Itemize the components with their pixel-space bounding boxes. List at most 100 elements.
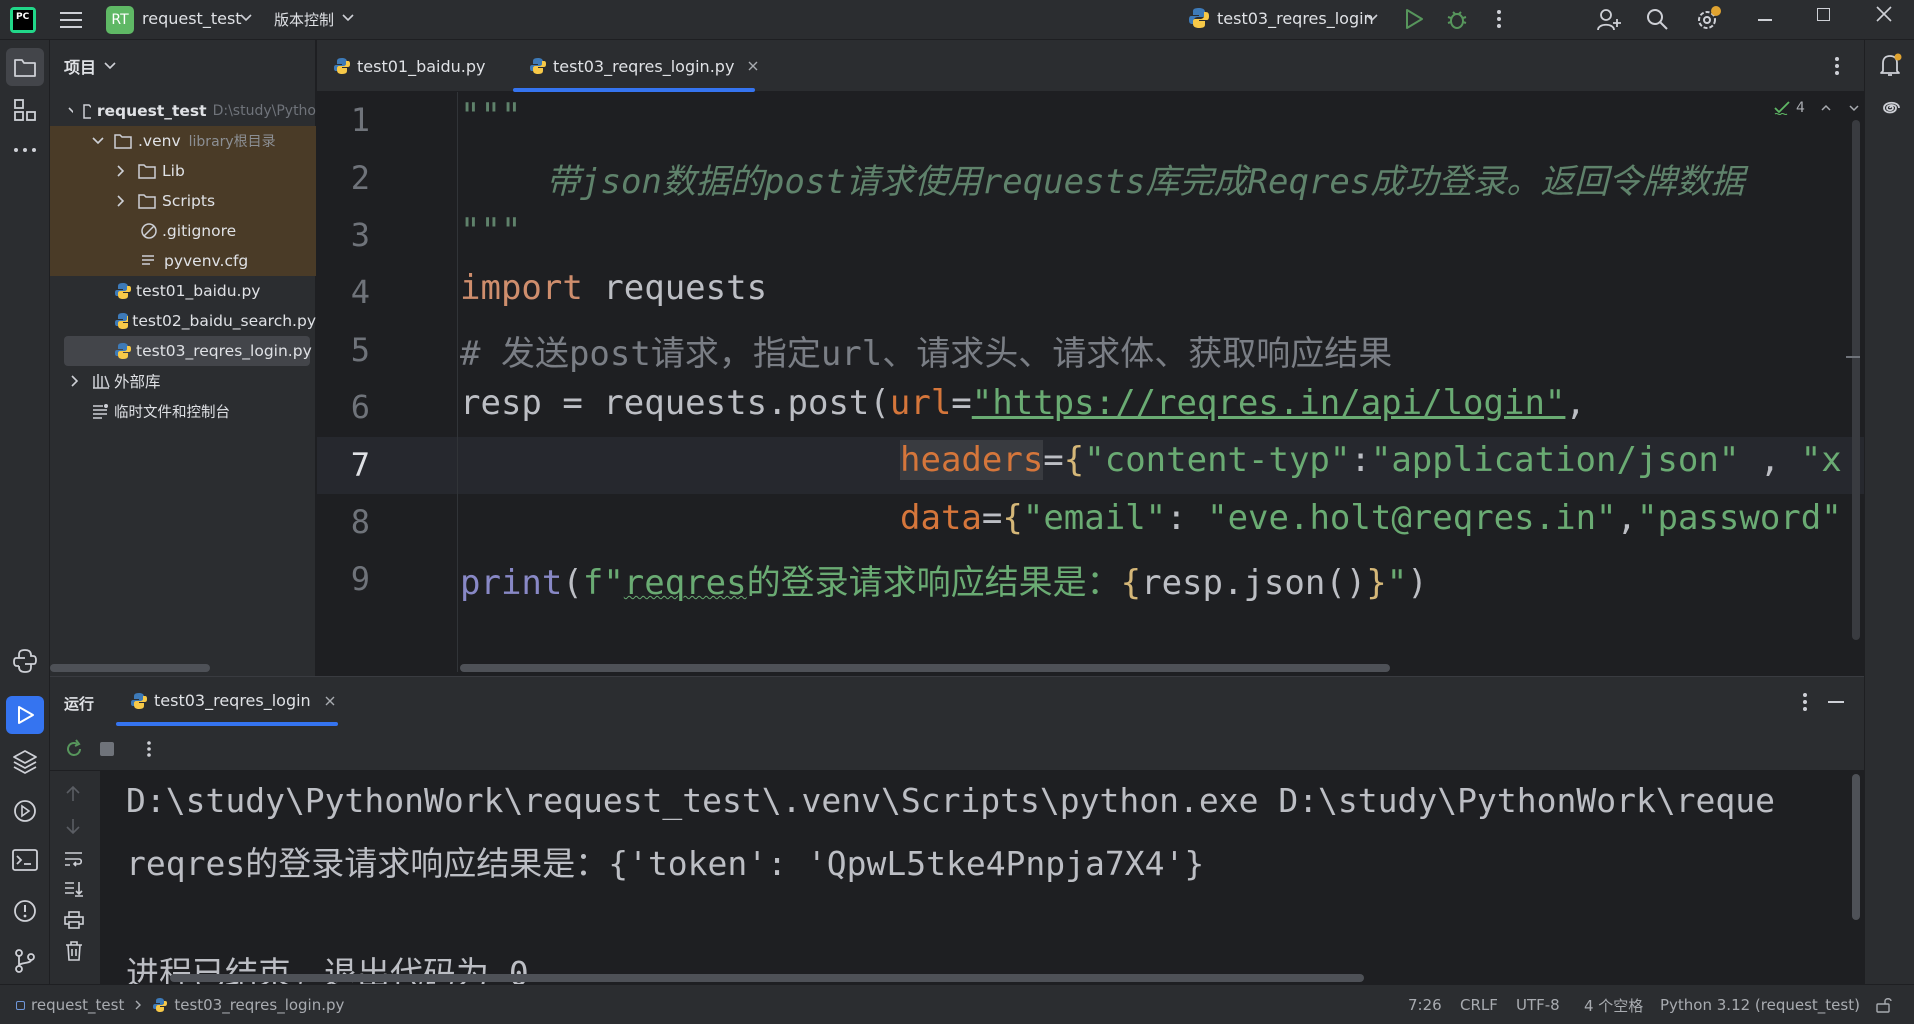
inspection-widget[interactable]: 4	[1774, 100, 1859, 116]
debug-icon[interactable]	[1446, 8, 1468, 30]
more-actions-icon[interactable]	[1496, 8, 1502, 30]
editor-tab[interactable]: test01_baidu.py	[333, 40, 486, 92]
folder-icon	[138, 194, 156, 209]
breadcrumb-file[interactable]: test03_reqres_login.py	[174, 996, 344, 1014]
layers-icon[interactable]	[12, 748, 38, 774]
tree-item-lib[interactable]: Lib	[50, 156, 316, 186]
python-packages-icon[interactable]	[12, 648, 38, 674]
venv-folder-hint: library根目录	[188, 134, 276, 150]
tab-options-icon[interactable]	[1834, 56, 1840, 76]
chevron-right-icon[interactable]	[116, 195, 126, 207]
code-line-3[interactable]: """	[460, 211, 521, 251]
close-icon[interactable]	[1876, 6, 1892, 22]
line-number: 4	[350, 273, 370, 311]
project-badge[interactable]: RT	[106, 6, 134, 34]
breadcrumb-project[interactable]: request_test	[31, 996, 124, 1014]
structure-icon[interactable]	[13, 98, 37, 122]
line-separator[interactable]: CRLF	[1460, 985, 1498, 1024]
python-interpreter[interactable]: Python 3.12 (request_test)	[1660, 985, 1860, 1024]
tree-item-scripts[interactable]: Scripts	[50, 186, 316, 216]
add-user-icon[interactable]	[1596, 7, 1622, 33]
chevron-down-icon[interactable]	[104, 61, 116, 71]
tree-item-scratches[interactable]: 临时文件和控制台	[50, 396, 316, 426]
run-icon[interactable]	[1404, 8, 1424, 30]
maximize-icon[interactable]	[1817, 8, 1830, 21]
code-token: ,	[1616, 498, 1637, 538]
param-token: headers	[900, 440, 1044, 480]
notifications-bell-icon[interactable]	[1878, 52, 1904, 78]
code-line-2[interactable]: 带json数据的post请求使用requests库完成Reqres成功登录。返回…	[546, 154, 1744, 203]
arrow-down-icon[interactable]	[65, 817, 81, 835]
arrow-up-icon[interactable]	[65, 785, 81, 803]
file-encoding[interactable]: UTF-8	[1516, 985, 1560, 1024]
scroll-to-end-icon[interactable]	[64, 881, 84, 897]
console-horizontal-scrollbar[interactable]	[170, 974, 1364, 982]
code-line-4[interactable]: import requests	[460, 268, 767, 308]
run-tab[interactable]: test03_reqres_login	[130, 691, 335, 710]
code-line-8[interactable]: data={"email": "eve.holt@reqres.in","pas…	[900, 498, 1842, 538]
stop-icon[interactable]	[100, 742, 114, 756]
more-run-actions-icon[interactable]	[146, 740, 152, 758]
tree-item-venv[interactable]: .venv library根目录	[50, 126, 316, 156]
tree-item-file-selected[interactable]: test03_reqres_login.py	[50, 336, 316, 366]
chevron-up-icon[interactable]	[1821, 104, 1831, 112]
tree-item-gitignore[interactable]: .gitignore	[50, 216, 316, 246]
chevron-down-icon[interactable]	[92, 136, 104, 146]
search-icon[interactable]	[1645, 7, 1669, 31]
url-string-token[interactable]: "https://reqres.in/api/login"	[972, 383, 1566, 423]
tree-item-root[interactable]: request_test D:\study\Pytho	[50, 96, 316, 126]
chevron-down-icon[interactable]	[1849, 104, 1859, 112]
close-tab-icon[interactable]	[325, 696, 335, 706]
main-menu-icon[interactable]	[60, 10, 82, 30]
minimize-icon[interactable]	[1758, 19, 1772, 21]
tree-item-file[interactable]: test01_baidu.py	[50, 276, 316, 306]
more-tools-icon[interactable]	[13, 146, 37, 154]
folder-icon	[114, 134, 132, 149]
horizontal-scrollbar[interactable]	[50, 664, 210, 672]
close-tab-icon[interactable]	[748, 61, 758, 71]
run-options-icon[interactable]	[1802, 692, 1808, 712]
code-line-9[interactable]: print(f"reqres的登录请求响应结果是：{resp.json()}")	[460, 555, 1428, 604]
tree-item-file[interactable]: test02_baidu_search.py	[50, 306, 316, 336]
code-line-5[interactable]: # 发送post请求，指定url、请求头、请求体、获取响应结果	[460, 326, 1392, 375]
run-configuration-selector[interactable]: test03_reqres_login	[1217, 9, 1374, 28]
chevron-right-icon[interactable]	[116, 165, 126, 177]
rerun-icon[interactable]	[64, 739, 84, 759]
code-token: resp.json()	[1141, 563, 1367, 603]
project-panel-title[interactable]: 项目	[64, 54, 96, 78]
trash-icon[interactable]	[65, 941, 83, 961]
project-tool-button[interactable]	[6, 48, 44, 86]
caret-position[interactable]: 7:26	[1408, 985, 1442, 1024]
hide-panel-icon[interactable]	[1828, 701, 1844, 703]
python-file-icon	[115, 313, 129, 329]
tree-item-external-libraries[interactable]: 外部库	[50, 366, 316, 396]
problems-icon[interactable]	[12, 898, 38, 924]
editor-tab-active[interactable]: test03_reqres_login.py	[529, 40, 758, 92]
code-line-7[interactable]: headers={"content-typ":"application/json…	[900, 440, 1842, 480]
soft-wrap-icon[interactable]	[64, 851, 84, 867]
console-vertical-scrollbar[interactable]	[1852, 774, 1860, 920]
editor-vertical-scrollbar[interactable]	[1852, 120, 1860, 640]
print-icon[interactable]	[64, 911, 84, 929]
chevron-down-icon[interactable]	[68, 106, 74, 116]
code-line-1[interactable]: """	[460, 96, 521, 136]
git-icon[interactable]	[12, 948, 38, 974]
run-tool-button[interactable]	[6, 696, 44, 734]
code-line-6[interactable]: resp = requests.post(url="https://reqres…	[460, 383, 1586, 423]
console-output-line[interactable]: reqres的登录请求响应结果是：{'token': 'QpwL5tke4Pnp…	[126, 837, 1204, 885]
editor-horizontal-scrollbar[interactable]	[460, 664, 1390, 672]
unlock-icon[interactable]	[1876, 997, 1892, 1013]
services-icon[interactable]	[12, 798, 38, 824]
settings-gear-icon[interactable]	[1694, 5, 1722, 33]
indent-setting[interactable]: 4 个空格	[1584, 985, 1643, 1024]
chevron-right-icon[interactable]	[70, 375, 80, 387]
python-file-icon	[115, 283, 131, 299]
terminal-icon[interactable]	[12, 848, 38, 872]
project-switcher[interactable]: request_test	[142, 9, 242, 28]
ai-assistant-spiral-icon[interactable]	[1878, 96, 1902, 120]
vcs-menu[interactable]: 版本控制	[274, 9, 334, 30]
line-number: 3	[350, 216, 370, 254]
console-output-line[interactable]: D:\study\PythonWork\request_test\.venv\S…	[126, 781, 1775, 820]
tree-item-pyvenv-cfg[interactable]: pyvenv.cfg	[50, 246, 316, 276]
tree-item-label: pyvenv.cfg	[164, 252, 249, 270]
